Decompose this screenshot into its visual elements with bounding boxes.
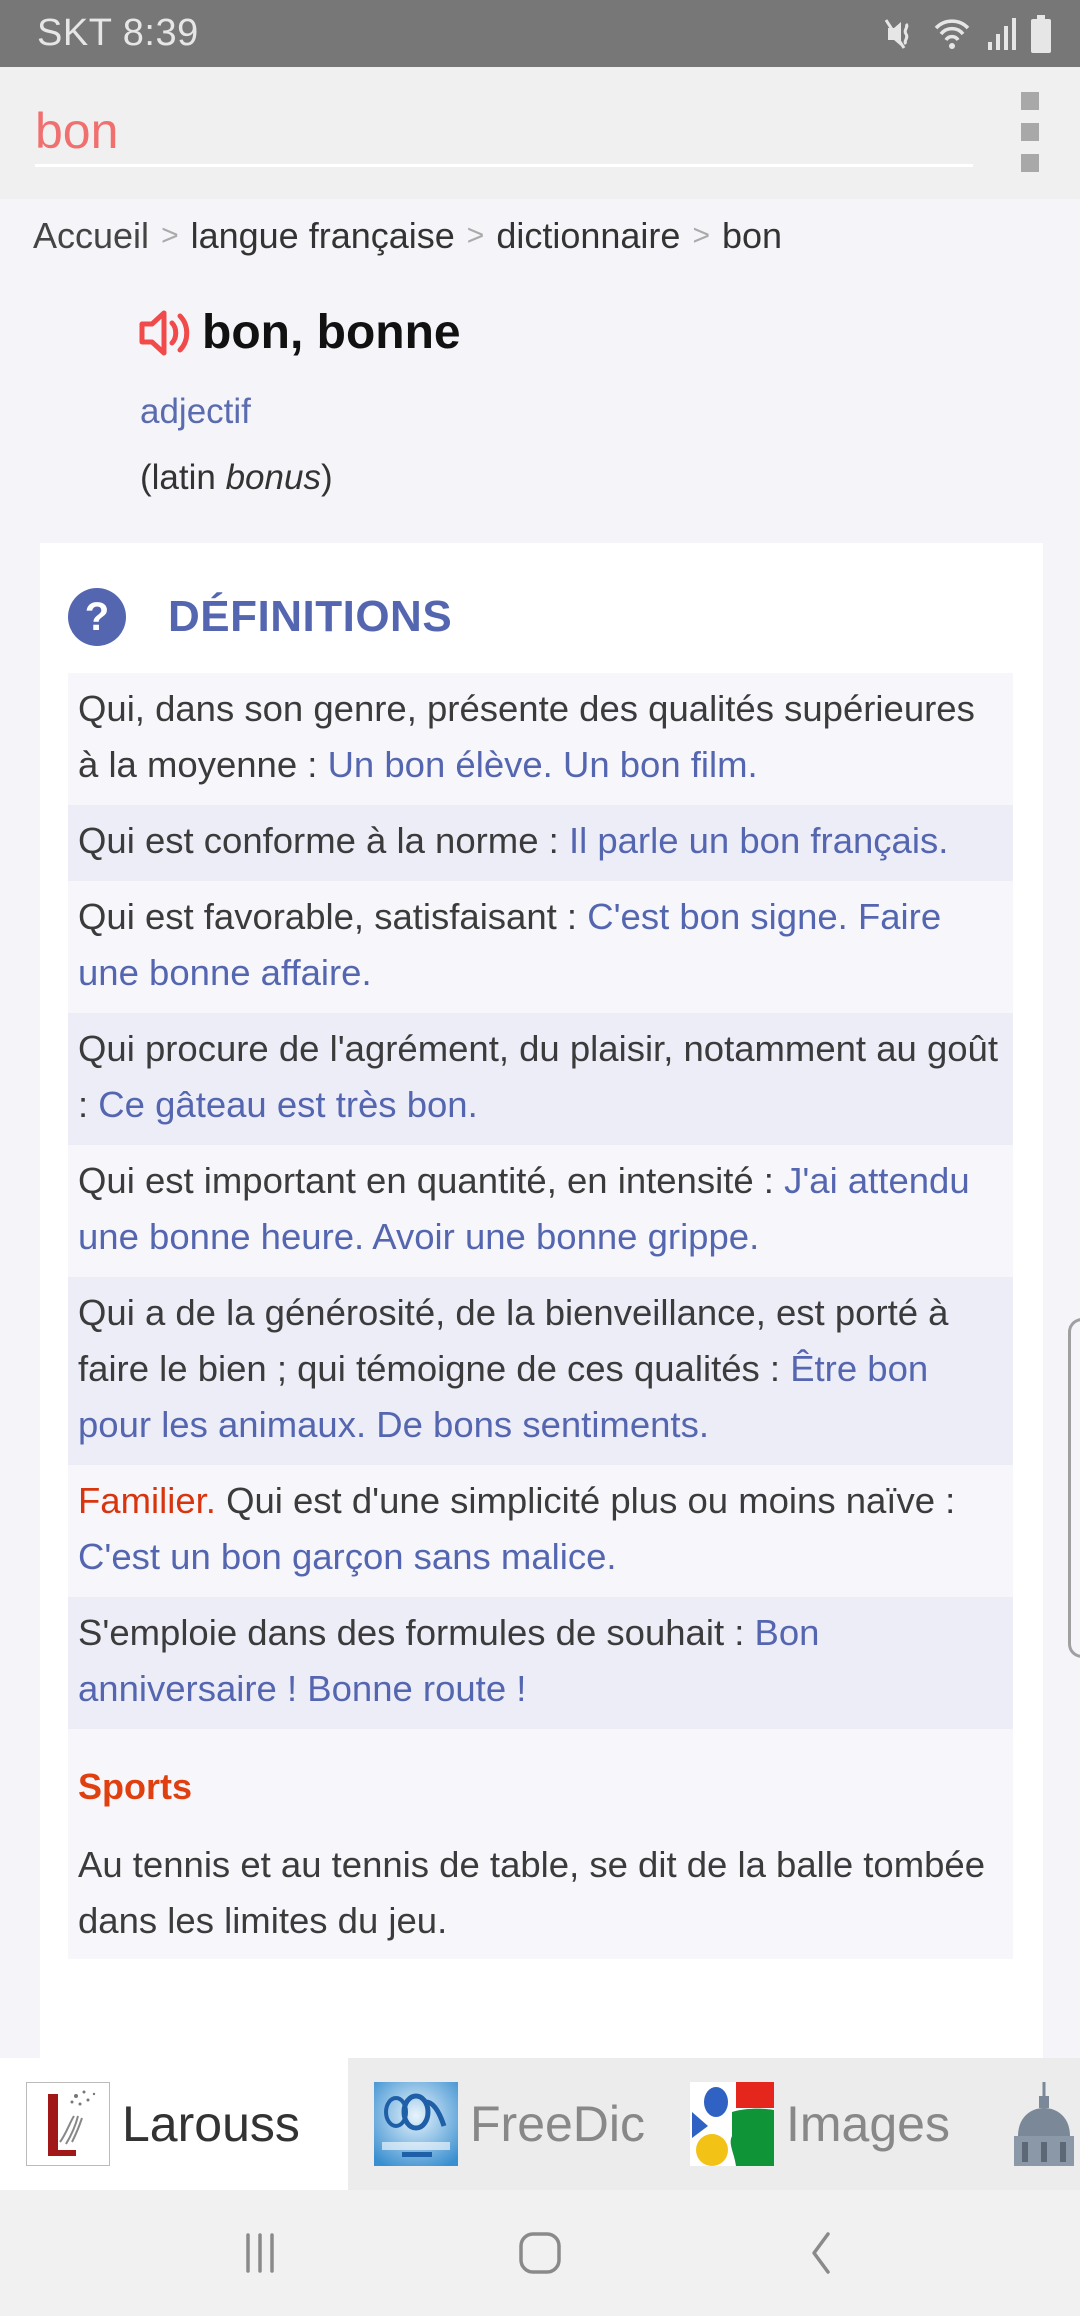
google-images-logo-icon [690, 2082, 774, 2166]
definition-item: Qui est conforme à la norme : Il parle u… [68, 805, 1013, 881]
breadcrumb-separator: > [466, 219, 485, 252]
definition-text: Qui est conforme à la norme : [78, 820, 569, 861]
battery-icon [1031, 14, 1051, 53]
signal-icon [988, 17, 1016, 50]
breadcrumb-separator: > [161, 219, 179, 252]
back-icon [812, 2232, 830, 2274]
tab-label: Larouss [122, 2096, 300, 2152]
tab-label: FreeDic [470, 2096, 646, 2152]
scrollbar[interactable] [1068, 1318, 1080, 1658]
definitions-card: ? DÉFINITIONS Qui, dans son genre, prése… [40, 543, 1043, 2063]
overflow-menu-icon-dot [1021, 92, 1039, 110]
definitions-title: DÉFINITIONS [168, 592, 453, 641]
definition-text: S'emploie dans des formules de souhait : [78, 1612, 755, 1653]
definition-item: Qui procure de l'agrément, du plaisir, n… [68, 1013, 1013, 1145]
definitions-list: Qui, dans son genre, présente des qualit… [68, 673, 1013, 1959]
larousse-logo-icon [26, 2082, 110, 2166]
recent-apps-icon [246, 2233, 274, 2273]
etymology: (latin bonus) [140, 458, 333, 498]
tab-academie[interactable] [988, 2058, 1080, 2190]
definition-text: Qui est d'une simplicité plus ou moins n… [215, 1480, 956, 1521]
recent-apps-button[interactable] [220, 2213, 300, 2293]
definitions-header: ? DÉFINITIONS [68, 588, 452, 646]
overflow-menu-icon-dot [1021, 123, 1039, 141]
part-of-speech: adjectif [140, 392, 251, 431]
home-icon [519, 2232, 561, 2274]
search-bar [0, 67, 1080, 199]
headword: bon, bonne [138, 305, 461, 360]
tab-freedictionary[interactable]: FreeDic [348, 2058, 678, 2190]
definition-item: S'emploie dans des formules de souhait :… [68, 1597, 1013, 1729]
definition-item: Qui a de la générosité, de la bienveilla… [68, 1277, 1013, 1465]
definition-item: Qui, dans son genre, présente des qualit… [68, 673, 1013, 805]
definition-text: Qui est important en quantité, en intens… [78, 1160, 785, 1201]
etymology-suffix: ) [320, 458, 333, 497]
definition-example: Un bon élève. Un bon film. [327, 744, 758, 785]
domain-definition: Au tennis et au tennis de table, se dit … [78, 1844, 986, 1941]
status-bar: SKT 8:39 [0, 0, 1080, 67]
tab-larousse[interactable]: Larouss [0, 2058, 348, 2190]
overflow-menu-icon-dot [1021, 154, 1039, 172]
breadcrumb-dictionnaire[interactable]: dictionnaire [496, 215, 680, 257]
wifi-icon [934, 18, 970, 49]
question-icon: ? [68, 588, 126, 646]
status-icons [882, 14, 1052, 53]
definition-text: Qui est favorable, satisfaisant : [78, 896, 588, 937]
speaker-icon[interactable] [138, 308, 196, 358]
overflow-menu-button[interactable] [1010, 92, 1050, 172]
tab-label: Images [786, 2096, 950, 2152]
domain-label: Sports [78, 1766, 193, 1807]
usage-tag: Familier. [78, 1480, 216, 1521]
definition-example: Il parle un bon français. [568, 820, 949, 861]
breadcrumb: Accueil > langue française > dictionnair… [33, 215, 782, 257]
domain-block-sports: Sports Au tennis et au tennis de table, … [68, 1729, 1013, 1959]
vibrate-mute-icon [884, 18, 909, 49]
definition-item: Qui est important en quantité, en intens… [68, 1145, 1013, 1277]
breadcrumb-separator: > [692, 219, 710, 252]
source-tabs: Larouss FreeDic Images [0, 2058, 1080, 2190]
etymology-word: bonus [225, 458, 321, 497]
definition-example: C'est un bon garçon sans malice. [78, 1536, 617, 1577]
breadcrumb-current: bon [721, 215, 783, 256]
definition-item: Familier. Qui est d'une simplicité plus … [68, 1465, 1013, 1597]
carrier-time: SKT 8:39 [37, 12, 199, 54]
definition-item: Qui est favorable, satisfaisant : C'est … [68, 881, 1013, 1013]
academie-dome-icon [1014, 2082, 1074, 2166]
definition-example: Ce gâteau est très bon. [98, 1084, 478, 1125]
home-button[interactable] [500, 2213, 580, 2293]
tab-images[interactable]: Images [678, 2058, 988, 2190]
search-input[interactable] [35, 97, 973, 167]
breadcrumb-home[interactable]: Accueil [33, 215, 149, 257]
etymology-prefix: (latin [140, 458, 226, 497]
back-button[interactable] [780, 2213, 860, 2293]
breadcrumb-langue[interactable]: langue française [191, 215, 455, 257]
headword-text: bon, bonne [202, 306, 461, 359]
freedictionary-logo-icon [374, 2082, 458, 2166]
system-nav-bar [0, 2190, 1080, 2316]
